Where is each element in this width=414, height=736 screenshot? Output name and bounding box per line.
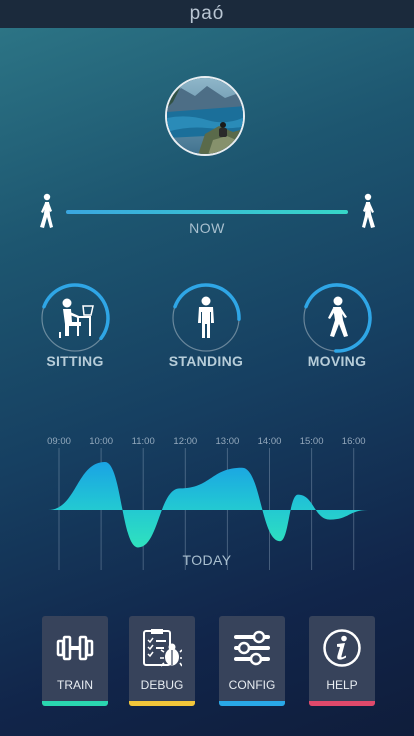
chart-x-tick-label: 11:00 [132,436,155,447]
train-button[interactable]: TRAIN [42,616,108,706]
activity-sitting[interactable]: SITTING [30,282,120,372]
standing-person-icon [198,296,214,338]
info-icon [323,629,361,667]
config-button[interactable]: CONFIG [219,616,285,706]
sitting-at-desk-icon [59,298,94,338]
debug-label: DEBUG [140,678,184,692]
today-activity-chart[interactable]: 09:00 10:00 11:00 12:00 13:00 14:00 15:00 16:00 [30,402,384,572]
main-screen: NOW SITTING STANDING MOVING 09:00 10:00 … [0,28,414,736]
config-accent-bar [219,701,285,706]
help-accent-bar [309,701,375,706]
app-title: paó [189,3,225,24]
debug-accent-bar [129,701,195,706]
chart-x-tick-label: 13:00 [216,436,240,447]
activity-label: SITTING [46,353,104,369]
chart-x-tick-label: 09:00 [47,436,71,447]
dumbbell-icon [56,635,94,661]
clipboard-bug-icon [143,629,182,667]
train-label: TRAIN [57,678,93,692]
timeline-bar[interactable] [66,210,348,214]
chart-x-tick-label: 10:00 [89,436,113,447]
avatar-landscape-photo [167,78,243,154]
help-label: HELP [326,678,358,692]
activity-label: STANDING [168,353,244,369]
activity-label: MOVING [307,353,367,369]
avatar[interactable] [165,76,245,156]
train-accent-bar [42,701,108,706]
activity-moving[interactable]: MOVING [292,282,382,372]
chart-x-tick-label: 16:00 [342,436,366,447]
sliders-icon [234,630,270,666]
today-label: TODAY [182,552,232,568]
help-button[interactable]: HELP [309,616,375,706]
debug-button[interactable]: DEBUG [129,616,195,706]
walking-person-icon [328,296,348,337]
activity-area-series [48,462,368,548]
title-bar: paó [0,0,414,28]
chart-x-tick-label: 15:00 [300,436,324,447]
now-label: NOW [189,220,225,236]
chart-x-tick-label: 12:00 [173,436,197,447]
config-label: CONFIG [228,678,276,692]
chart-x-tick-label: 14:00 [258,436,282,447]
activity-standing[interactable]: STANDING [161,282,251,372]
